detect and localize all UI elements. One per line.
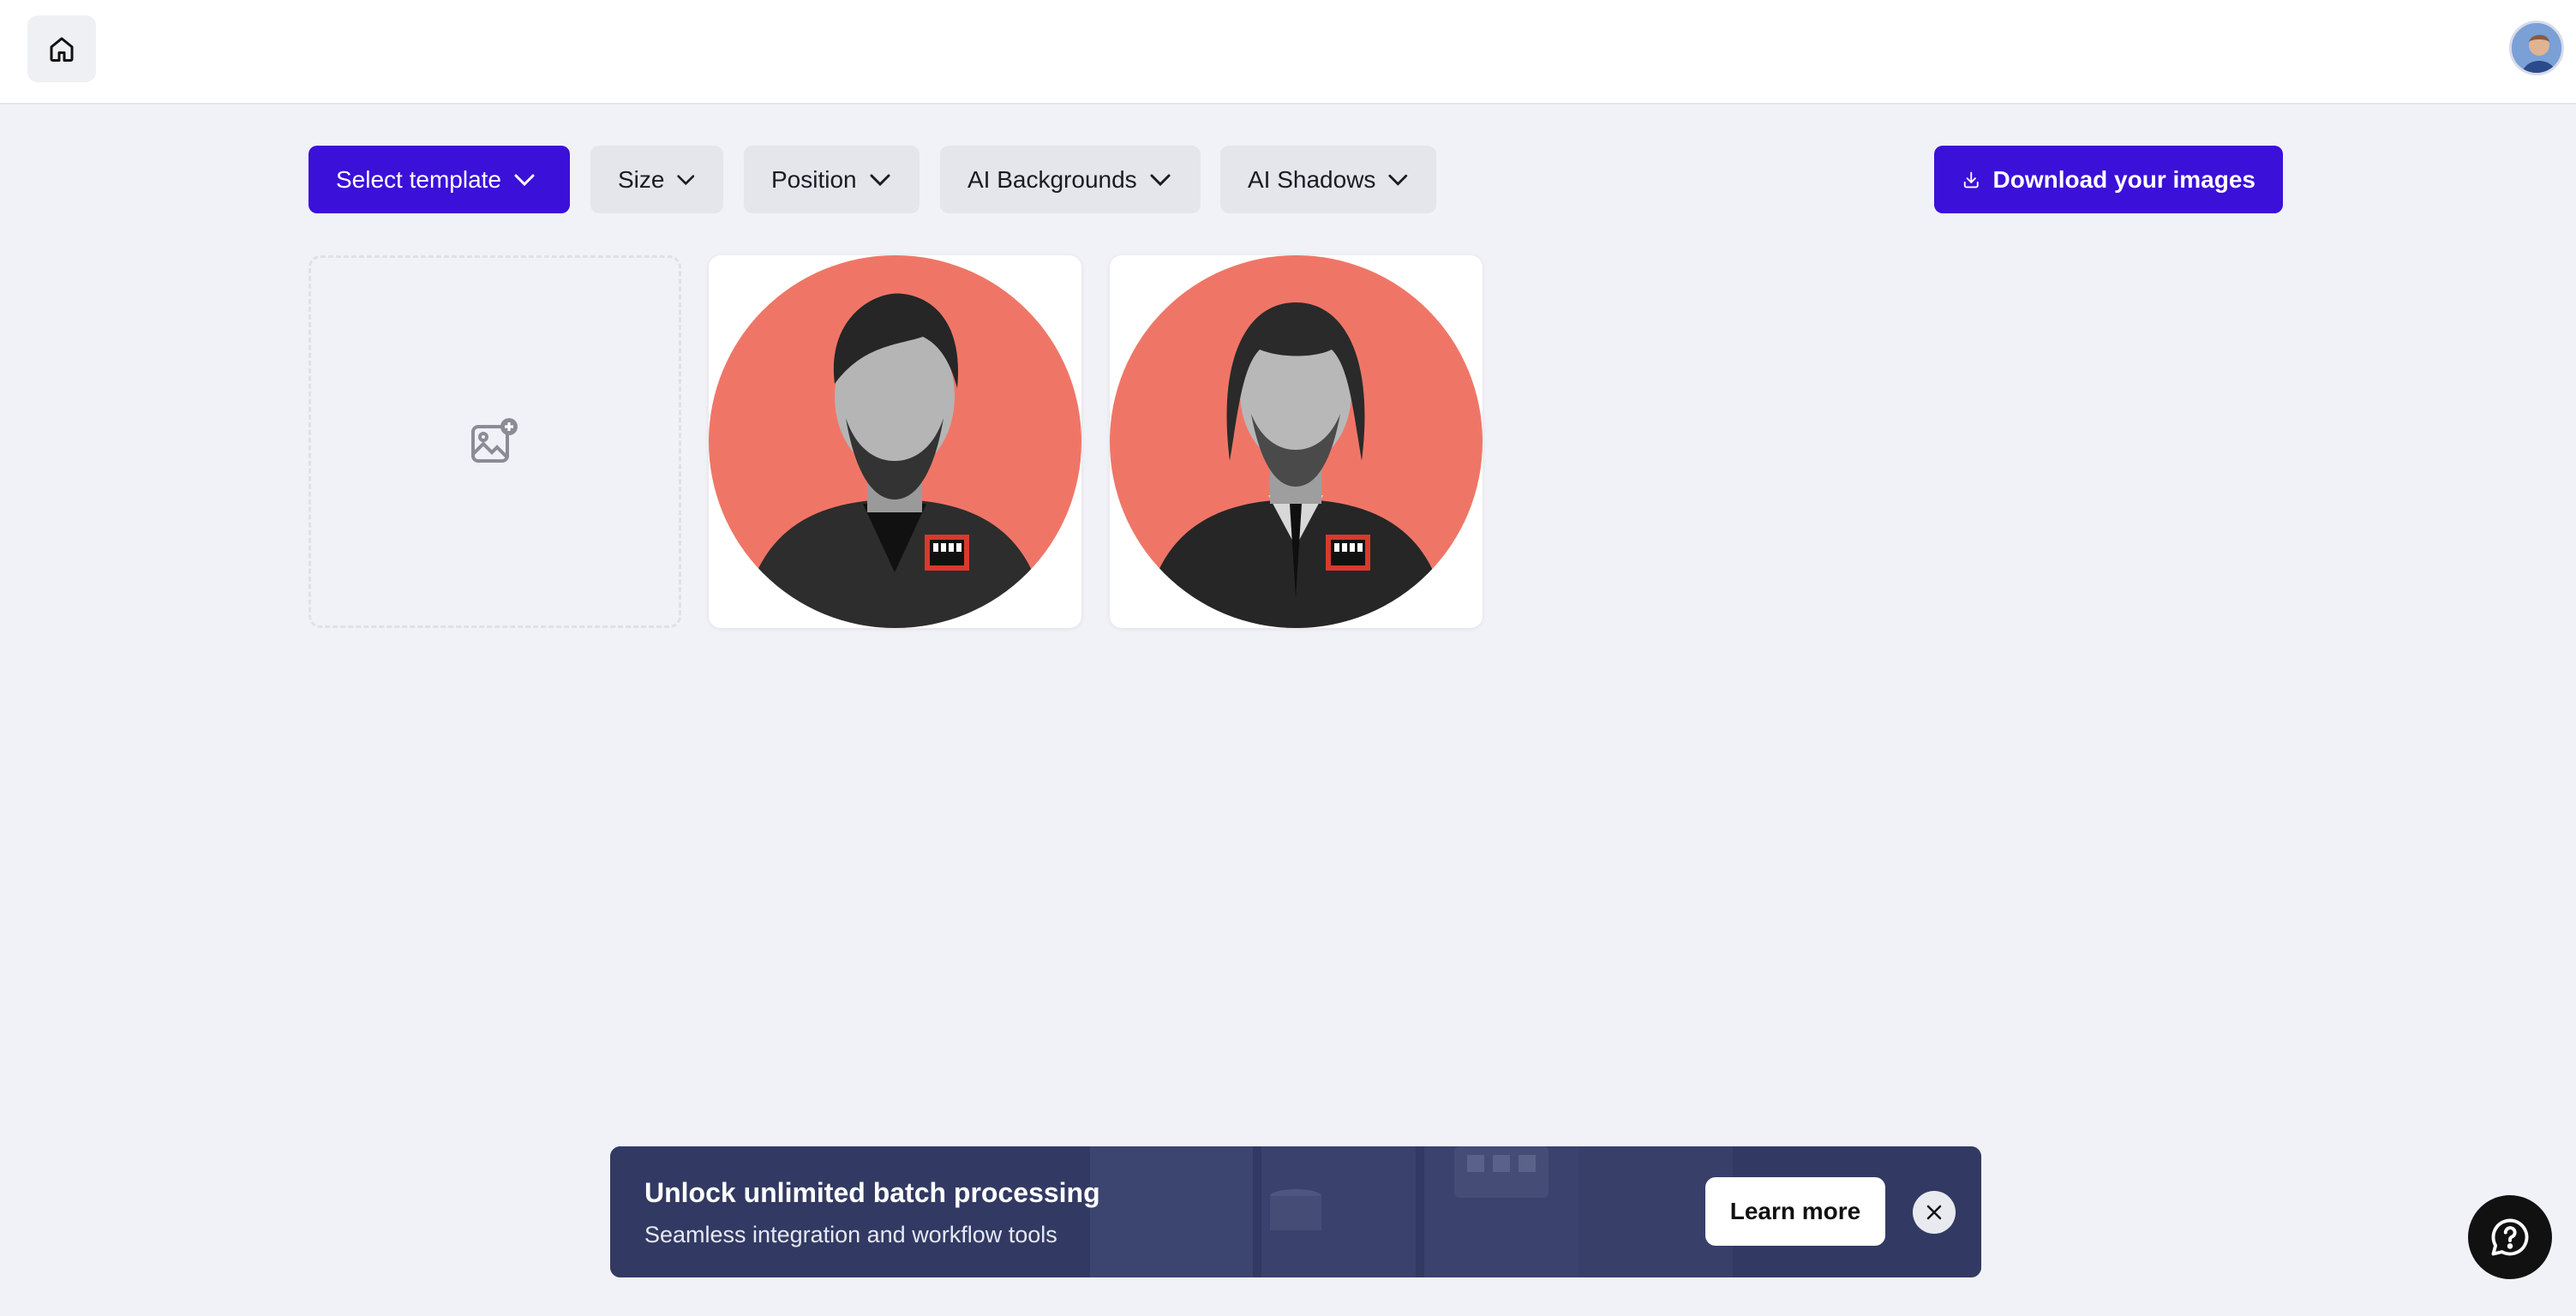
banner-title: Unlock unlimited batch processing <box>644 1177 1100 1208</box>
help-chat-button[interactable] <box>2468 1195 2552 1279</box>
download-label: Download your images <box>1992 165 2256 193</box>
learn-more-button[interactable]: Learn more <box>1705 1177 1885 1246</box>
user-avatar[interactable] <box>2509 21 2564 75</box>
promo-banner: Unlock unlimited batch processing Seamle… <box>610 1146 1981 1277</box>
size-dropdown[interactable]: Size <box>590 146 723 213</box>
size-label: Size <box>618 165 665 193</box>
upload-image-tile[interactable] <box>309 255 681 628</box>
close-icon <box>1926 1205 1942 1220</box>
chevron-down-icon <box>870 174 890 186</box>
ai-backgrounds-dropdown[interactable]: AI Backgrounds <box>940 146 1201 213</box>
portrait-image <box>709 255 1081 628</box>
download-icon <box>1963 171 1979 188</box>
select-template-label: Select template <box>336 165 501 193</box>
ai-shadows-label: AI Shadows <box>1248 165 1376 193</box>
select-template-button[interactable]: Select template <box>309 146 570 213</box>
home-icon <box>50 37 74 62</box>
download-images-button[interactable]: Download your images <box>1934 146 2283 213</box>
ai-backgrounds-label: AI Backgrounds <box>967 165 1137 193</box>
chevron-down-icon <box>1150 174 1171 186</box>
chevron-down-icon <box>677 174 695 185</box>
position-dropdown[interactable]: Position <box>744 146 920 213</box>
portrait-image <box>1110 255 1483 628</box>
chevron-down-icon <box>1388 174 1408 186</box>
banner-close-button[interactable] <box>1913 1191 1956 1234</box>
home-button[interactable] <box>27 15 96 82</box>
help-chat-icon <box>2491 1218 2529 1256</box>
chevron-down-icon <box>514 174 535 186</box>
image-tile[interactable] <box>1110 255 1483 628</box>
ai-shadows-dropdown[interactable]: AI Shadows <box>1220 146 1436 213</box>
add-image-icon <box>470 417 518 463</box>
image-tile[interactable] <box>709 255 1081 628</box>
position-label: Position <box>771 165 857 193</box>
top-bar <box>0 0 2576 105</box>
banner-subtitle: Seamless integration and workflow tools <box>644 1222 1057 1247</box>
